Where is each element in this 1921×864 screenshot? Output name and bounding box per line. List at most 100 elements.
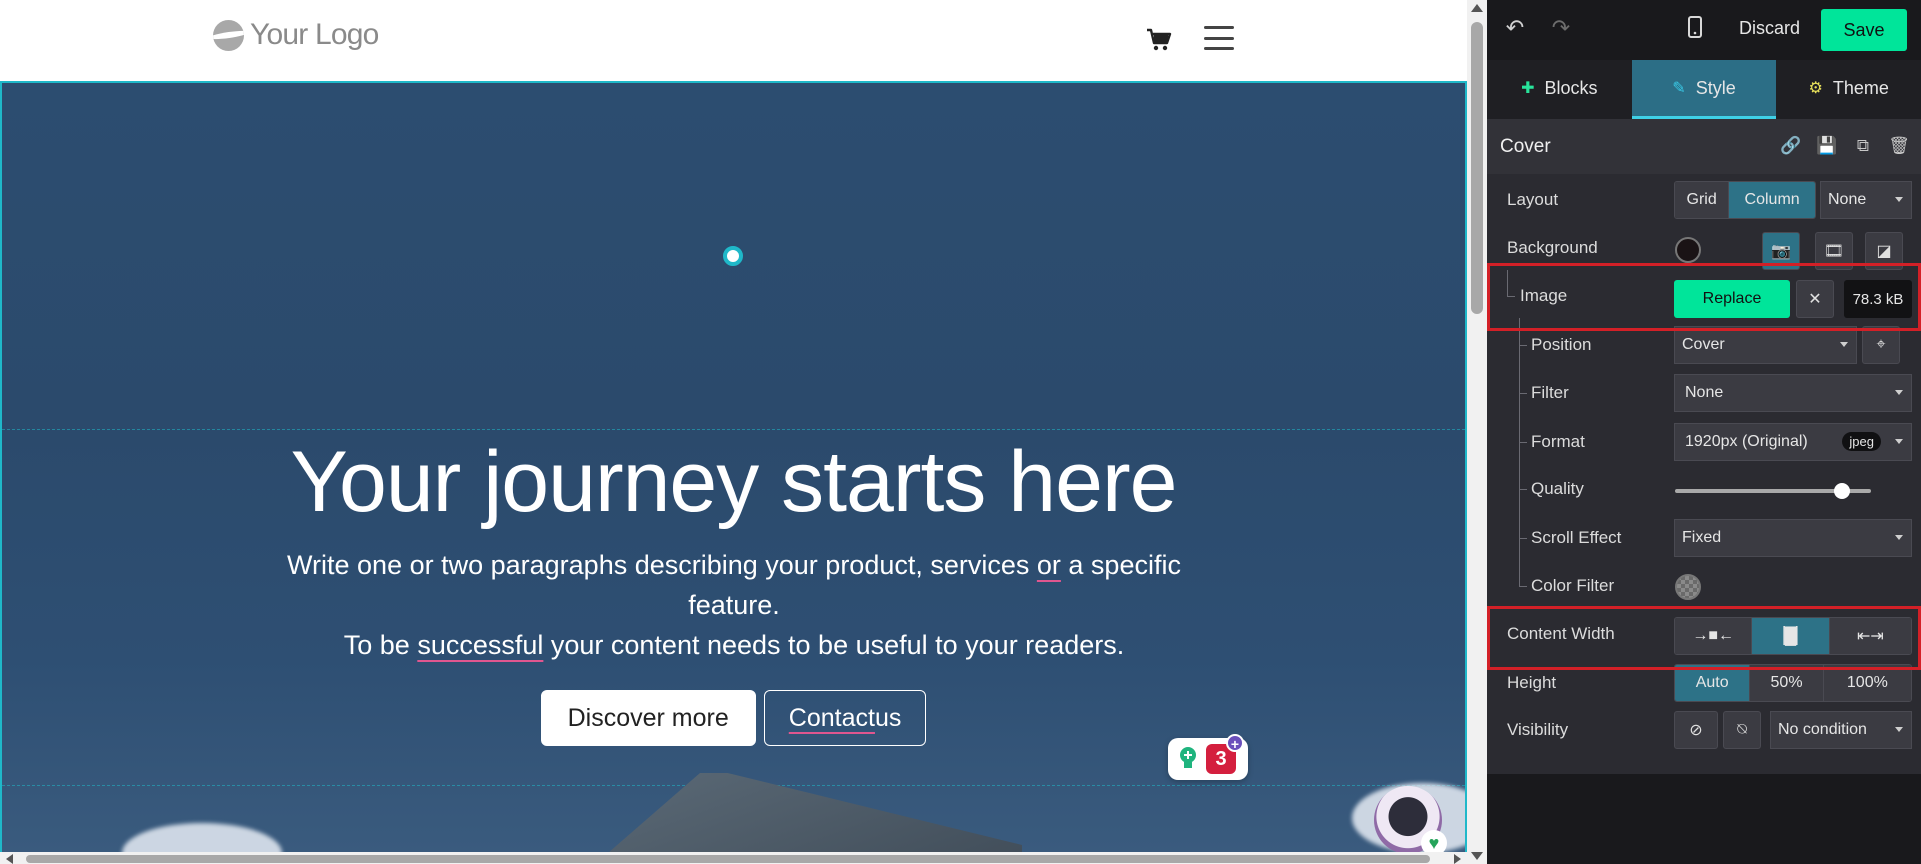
image-size-badge: 78.3 kB: [1844, 280, 1912, 318]
notification-count: 3: [1215, 747, 1227, 770]
hero-paragraph[interactable]: Write one or two paragraphs describing y…: [242, 545, 1226, 665]
scrollbar-thumb[interactable]: [1471, 22, 1483, 314]
scroll-right-arrow-icon[interactable]: [1454, 854, 1461, 864]
contact-us-button[interactable]: Contact us: [763, 690, 927, 746]
height-segmented: Auto 50% 100%: [1674, 664, 1912, 702]
format-row: Format 1920px (Original) jpeg: [1487, 423, 1921, 463]
hamburger-menu-icon[interactable]: [1204, 26, 1234, 50]
content-width-row: Content Width →■← ▕█▏ ⇤⇥: [1487, 615, 1921, 655]
background-color-swatch[interactable]: [1675, 237, 1701, 263]
logo-mark-icon: [213, 19, 244, 51]
scroll-up-arrow-icon[interactable]: [1471, 4, 1483, 12]
link-icon[interactable]: 🔗: [1779, 136, 1803, 156]
editor-panel: ↶ ↷ Discard Save ✚ Blocks ✎ Style ⚙ Them…: [1487, 0, 1921, 864]
scroll-left-arrow-icon[interactable]: [6, 854, 13, 864]
height-row: Height Auto 50% 100%: [1487, 664, 1921, 704]
tree-line: [1507, 270, 1508, 296]
redo-icon[interactable]: ↷: [1549, 16, 1573, 40]
editor-screen: Your Logo Your journey starts here Write…: [0, 0, 1921, 864]
tree-line: [1519, 489, 1527, 490]
visibility-condition-dropdown[interactable]: No condition: [1770, 711, 1912, 749]
slider-handle[interactable]: [1833, 483, 1850, 499]
filter-dropdown[interactable]: None: [1674, 374, 1912, 412]
section-title: Cover: [1500, 136, 1551, 157]
trash-icon[interactable]: 🗑: [1887, 136, 1911, 156]
quality-slider[interactable]: [1675, 483, 1871, 499]
scroll-effect-row: Scroll Effect Fixed: [1487, 519, 1921, 559]
mobile-hidden-icon: ⍉: [1737, 721, 1747, 738]
hero-title[interactable]: Your journey starts here: [2, 433, 1465, 532]
desktop-hidden-icon: ⊘: [1689, 722, 1703, 739]
discover-more-button[interactable]: Discover more: [540, 690, 756, 746]
mobile-preview-icon[interactable]: [1687, 16, 1703, 38]
hide-on-desktop-button[interactable]: ⊘: [1674, 711, 1718, 749]
layout-column-option[interactable]: Column: [1729, 182, 1815, 218]
site-logo[interactable]: Your Logo: [213, 18, 379, 52]
replace-image-button[interactable]: Replace: [1674, 280, 1790, 318]
content-width-small-option[interactable]: →■←: [1675, 618, 1753, 654]
layout-grid-option[interactable]: Grid: [1675, 182, 1730, 218]
content-width-regular-option[interactable]: ▕█▏: [1752, 618, 1830, 654]
cart-icon[interactable]: [1146, 28, 1172, 52]
content-width-full-option[interactable]: ⇤⇥: [1829, 618, 1911, 654]
section-actions: 🔗 💾 ⧉ 🗑: [1779, 136, 1911, 156]
color-filter-swatch[interactable]: [1675, 574, 1701, 600]
add-icon[interactable]: +: [1226, 734, 1244, 752]
tab-blocks[interactable]: ✚ Blocks: [1487, 60, 1632, 119]
save-button[interactable]: Save: [1821, 9, 1907, 51]
scrollbar-thumb[interactable]: [26, 855, 1430, 863]
content-width-segmented: →■← ▕█▏ ⇤⇥: [1674, 617, 1912, 655]
tab-label: Blocks: [1544, 77, 1598, 98]
dropdown-value: Fixed: [1682, 529, 1722, 546]
narrow-width-icon: →■←: [1692, 627, 1734, 644]
visibility-row: Visibility ⊘ ⍉ No condition: [1487, 711, 1921, 751]
tab-theme[interactable]: ⚙ Theme: [1776, 60, 1921, 119]
scroll-down-arrow-icon[interactable]: [1471, 852, 1483, 860]
tab-label: Style: [1695, 77, 1736, 98]
regular-width-icon: ▕█▏: [1772, 628, 1809, 645]
camera-icon: 📷: [1771, 243, 1791, 260]
logo-text: Your Logo: [250, 18, 379, 51]
cover-section[interactable]: Your journey starts here Write one or tw…: [0, 81, 1467, 855]
image-background-button[interactable]: 📷: [1762, 232, 1800, 270]
format-badge: jpeg: [1842, 432, 1881, 451]
save-snippet-icon[interactable]: 💾: [1815, 136, 1839, 156]
gradient-background-button[interactable]: ◪: [1865, 232, 1903, 270]
video-background-button[interactable]: 🎞: [1815, 232, 1853, 270]
tab-style[interactable]: ✎ Style: [1631, 60, 1777, 119]
horizontal-scrollbar[interactable]: [0, 852, 1467, 864]
duplicate-icon[interactable]: ⧉: [1851, 136, 1875, 156]
background-label: Background: [1507, 238, 1598, 257]
filter-row: Filter None: [1487, 374, 1921, 414]
height-auto-option[interactable]: Auto: [1675, 665, 1751, 701]
vertical-scrollbar[interactable]: [1467, 0, 1487, 864]
height-100-option[interactable]: 100%: [1823, 665, 1911, 701]
gear-icon: ⚙: [1808, 80, 1823, 97]
background-row: Background 📷 🎞 ◪: [1487, 229, 1921, 270]
dropdown-value: No condition: [1778, 721, 1867, 738]
section-header: Cover 🔗 💾 ⧉ 🗑: [1487, 119, 1921, 174]
chevron-down-icon: [1895, 727, 1903, 732]
dropdown-value: None: [1685, 384, 1724, 401]
position-picker-button[interactable]: ⌖: [1862, 326, 1900, 364]
drop-zone-handle[interactable]: [723, 246, 743, 266]
gradient-icon: ◪: [1876, 243, 1892, 260]
layout-dropdown[interactable]: None: [1820, 181, 1912, 219]
undo-icon[interactable]: ↶: [1503, 16, 1527, 40]
hide-on-mobile-button[interactable]: ⍉: [1723, 711, 1761, 749]
tips-notification[interactable]: 3 +: [1168, 734, 1248, 780]
tree-line: [1519, 442, 1527, 443]
crosshair-icon: ⌖: [1876, 336, 1886, 353]
position-dropdown[interactable]: Cover: [1674, 326, 1857, 364]
scroll-effect-dropdown[interactable]: Fixed: [1674, 519, 1912, 557]
remove-image-button[interactable]: ✕: [1796, 280, 1834, 318]
editor-topbar: ↶ ↷ Discard Save: [1487, 0, 1921, 58]
dropdown-value: None: [1828, 191, 1867, 208]
filter-label: Filter: [1531, 383, 1569, 402]
content-width-label: Content Width: [1507, 624, 1615, 643]
layout-segmented: Grid Column: [1674, 181, 1816, 219]
height-50-option[interactable]: 50%: [1750, 665, 1824, 701]
format-dropdown[interactable]: 1920px (Original) jpeg: [1674, 423, 1912, 461]
visibility-label: Visibility: [1507, 720, 1569, 739]
discard-button[interactable]: Discard: [1739, 18, 1800, 39]
